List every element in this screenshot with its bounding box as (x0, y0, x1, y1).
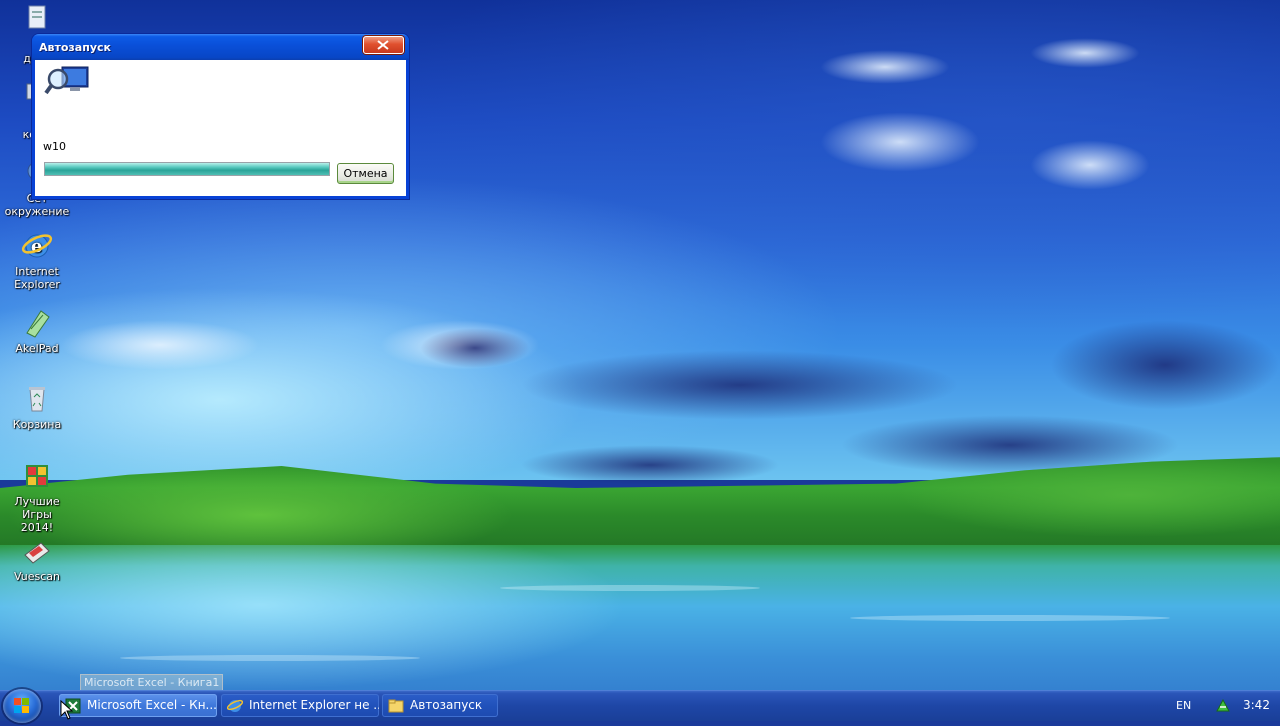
network-icon[interactable] (1215, 697, 1231, 713)
desktop-icon-label: Vuescan (13, 570, 60, 583)
documents-icon (21, 4, 53, 36)
water-reflection (120, 655, 420, 661)
cloud (420, 328, 530, 368)
progress-fill (45, 163, 329, 175)
cloud (520, 350, 960, 420)
cloud (1030, 140, 1150, 190)
cloud (1030, 38, 1140, 68)
cloud (520, 445, 780, 485)
desktop-icon-label: Лучшие Игры (14, 495, 60, 521)
games-icon (21, 460, 53, 492)
ie-icon: e (21, 230, 53, 262)
language-indicator[interactable]: EN (1176, 699, 1191, 712)
clock[interactable]: 3:42 (1243, 698, 1270, 712)
cancel-button[interactable]: Отмена (337, 163, 394, 184)
water-reflection (850, 615, 1170, 621)
cloud (820, 50, 950, 84)
task-excel[interactable]: Microsoft Excel - Кн... (59, 694, 217, 717)
desktop-icon-label: Explorer (14, 278, 60, 291)
cloud (820, 112, 980, 172)
dialog-titlebar[interactable]: Автозапуск (32, 34, 409, 60)
dialog-content: w10 Отмена (35, 60, 406, 196)
item-name: w10 (43, 140, 66, 153)
cloud (1050, 320, 1280, 410)
close-icon (377, 40, 389, 50)
desktop-icon-label: Корзина (12, 418, 62, 431)
desktop-icon-internet-explorer[interactable]: e Internet Explorer (0, 230, 74, 291)
progress-bar (44, 162, 330, 176)
recycle-bin-icon (21, 383, 53, 415)
ie-icon (227, 699, 243, 712)
desktop-icon-label: AkelPad (15, 342, 59, 355)
desktop-icon-recycle-bin[interactable]: Корзина (0, 383, 74, 431)
task-label: Microsoft Excel - Кн... (87, 698, 217, 712)
task-autorun[interactable]: Автозапуск (382, 694, 498, 717)
windows-logo-icon (14, 698, 29, 713)
close-button[interactable] (363, 36, 404, 54)
folder-icon (388, 699, 404, 713)
task-label: Автозапуск (410, 698, 483, 712)
desktop-icon-label: 2014! (20, 521, 54, 534)
desktop-icon-best-games[interactable]: Лучшие Игры 2014! (0, 460, 74, 534)
akelpad-icon (21, 307, 53, 339)
desktop-icon-label: Internet (15, 265, 59, 278)
mouse-cursor-icon (60, 700, 74, 720)
vuescan-icon (21, 535, 53, 567)
start-button[interactable] (3, 689, 41, 723)
search-computer-icon (44, 63, 90, 103)
autorun-dialog[interactable]: Автозапуск w10 Отмена (32, 34, 409, 199)
taskbar-tooltip: Microsoft Excel - Книга1 (80, 674, 224, 691)
task-internet-explorer[interactable]: Internet Explorer не ... (221, 694, 379, 717)
desktop-icon-label: окружение (4, 205, 70, 218)
desktop-icon-akelpad[interactable]: AkelPad (0, 307, 74, 355)
desktop-icon-vuescan[interactable]: Vuescan (0, 535, 74, 583)
taskbar: Microsoft Excel - Кн... Internet Explore… (0, 689, 1280, 723)
cloud (60, 320, 260, 370)
water-reflection (500, 585, 760, 591)
dialog-title: Автозапуск (39, 41, 111, 54)
task-label: Internet Explorer не ... (249, 698, 379, 712)
